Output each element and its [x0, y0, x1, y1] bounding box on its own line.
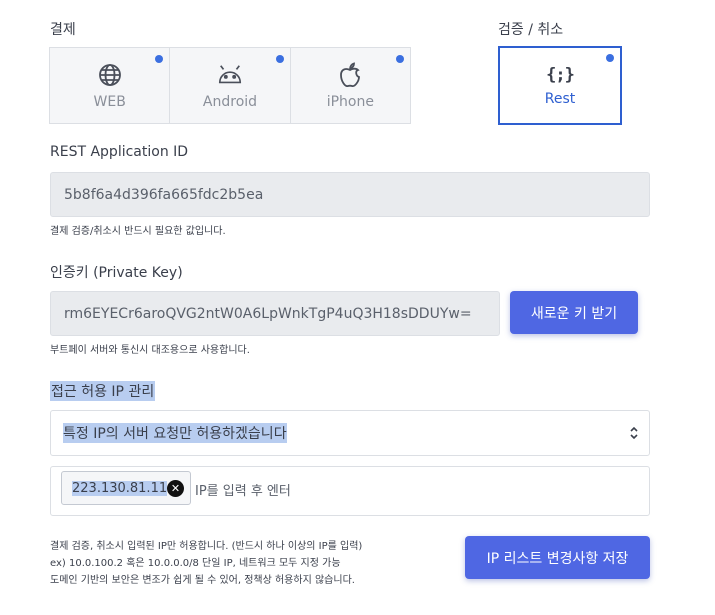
verify-rest-label: Rest: [544, 90, 576, 107]
apple-icon: [337, 61, 363, 88]
ip-access-title: 접근 허용 IP 관리: [50, 381, 156, 401]
ip-tag-input-box: 223.130.81.11 ✕: [50, 466, 650, 516]
status-dot: [606, 54, 614, 62]
globe-icon: [97, 62, 123, 88]
status-dot: [275, 55, 284, 63]
rest-app-id-helper: 결제 검증/취소시 반드시 필요한 값입니다.: [50, 226, 226, 237]
ip-policy-select[interactable]: 특정 IP의 서버 요청만 허용하겠습니다: [50, 410, 650, 456]
ip-notes: 결제 검증, 취소시 입력된 IP만 허용합니다. (반드시 하나 이상의 IP…: [50, 538, 362, 589]
ip-input[interactable]: [195, 479, 495, 503]
select-updown-icon: [629, 425, 639, 445]
private-key-field[interactable]: rm6EYECr6aroQVG2ntW0A6LpWnkTgP4uQ3H18sDD…: [50, 291, 500, 336]
save-ip-list-button[interactable]: IP 리스트 변경사항 저장: [465, 536, 650, 579]
platform-android-label: Android: [202, 93, 258, 110]
payment-section-title: 결제: [50, 22, 76, 38]
status-dot: [395, 55, 404, 63]
platform-web-label: WEB: [93, 93, 126, 110]
ip-note-line: 결제 검증, 취소시 입력된 IP만 허용합니다. (반드시 하나 이상의 IP…: [50, 541, 363, 552]
private-key-label: 인증키 (Private Key): [50, 265, 183, 281]
platform-iphone-label: iPhone: [326, 93, 374, 110]
rest-app-id-label: REST Application ID: [50, 144, 189, 160]
ip-policy-selected-value: 특정 IP의 서버 요청만 허용하겠습니다: [63, 423, 287, 443]
ip-tag-text: 223.130.81.11: [72, 480, 168, 496]
close-icon[interactable]: ✕: [167, 480, 184, 497]
rest-app-id-field[interactable]: 5b8f6a4d396fa665fdc2b5ea: [50, 172, 650, 217]
verify-rest-option[interactable]: {;} Rest: [498, 46, 622, 125]
status-dot: [155, 55, 164, 63]
platform-iphone-option[interactable]: iPhone: [291, 48, 410, 123]
ip-note-line: ex) 10.0.100.2 혹은 10.0.0.0/8 단일 IP, 네트워크…: [50, 558, 341, 569]
ip-note-line: 도메인 기반의 보안은 변조가 쉽게 될 수 있어, 정책상 허용하지 않습니다…: [50, 575, 355, 586]
new-key-button[interactable]: 새로운 키 받기: [510, 291, 638, 334]
android-icon: [217, 62, 243, 88]
private-key-helper: 부트페이 서버와 통신시 대조용으로 사용합니다.: [50, 345, 250, 356]
platform-web-option[interactable]: WEB: [50, 48, 171, 123]
payment-platform-group: WEB Android iPhone: [49, 47, 411, 124]
curly-braces-icon: {;}: [546, 64, 575, 85]
verify-section-title: 검증 / 취소: [498, 22, 564, 38]
platform-android-option[interactable]: Android: [170, 48, 291, 123]
